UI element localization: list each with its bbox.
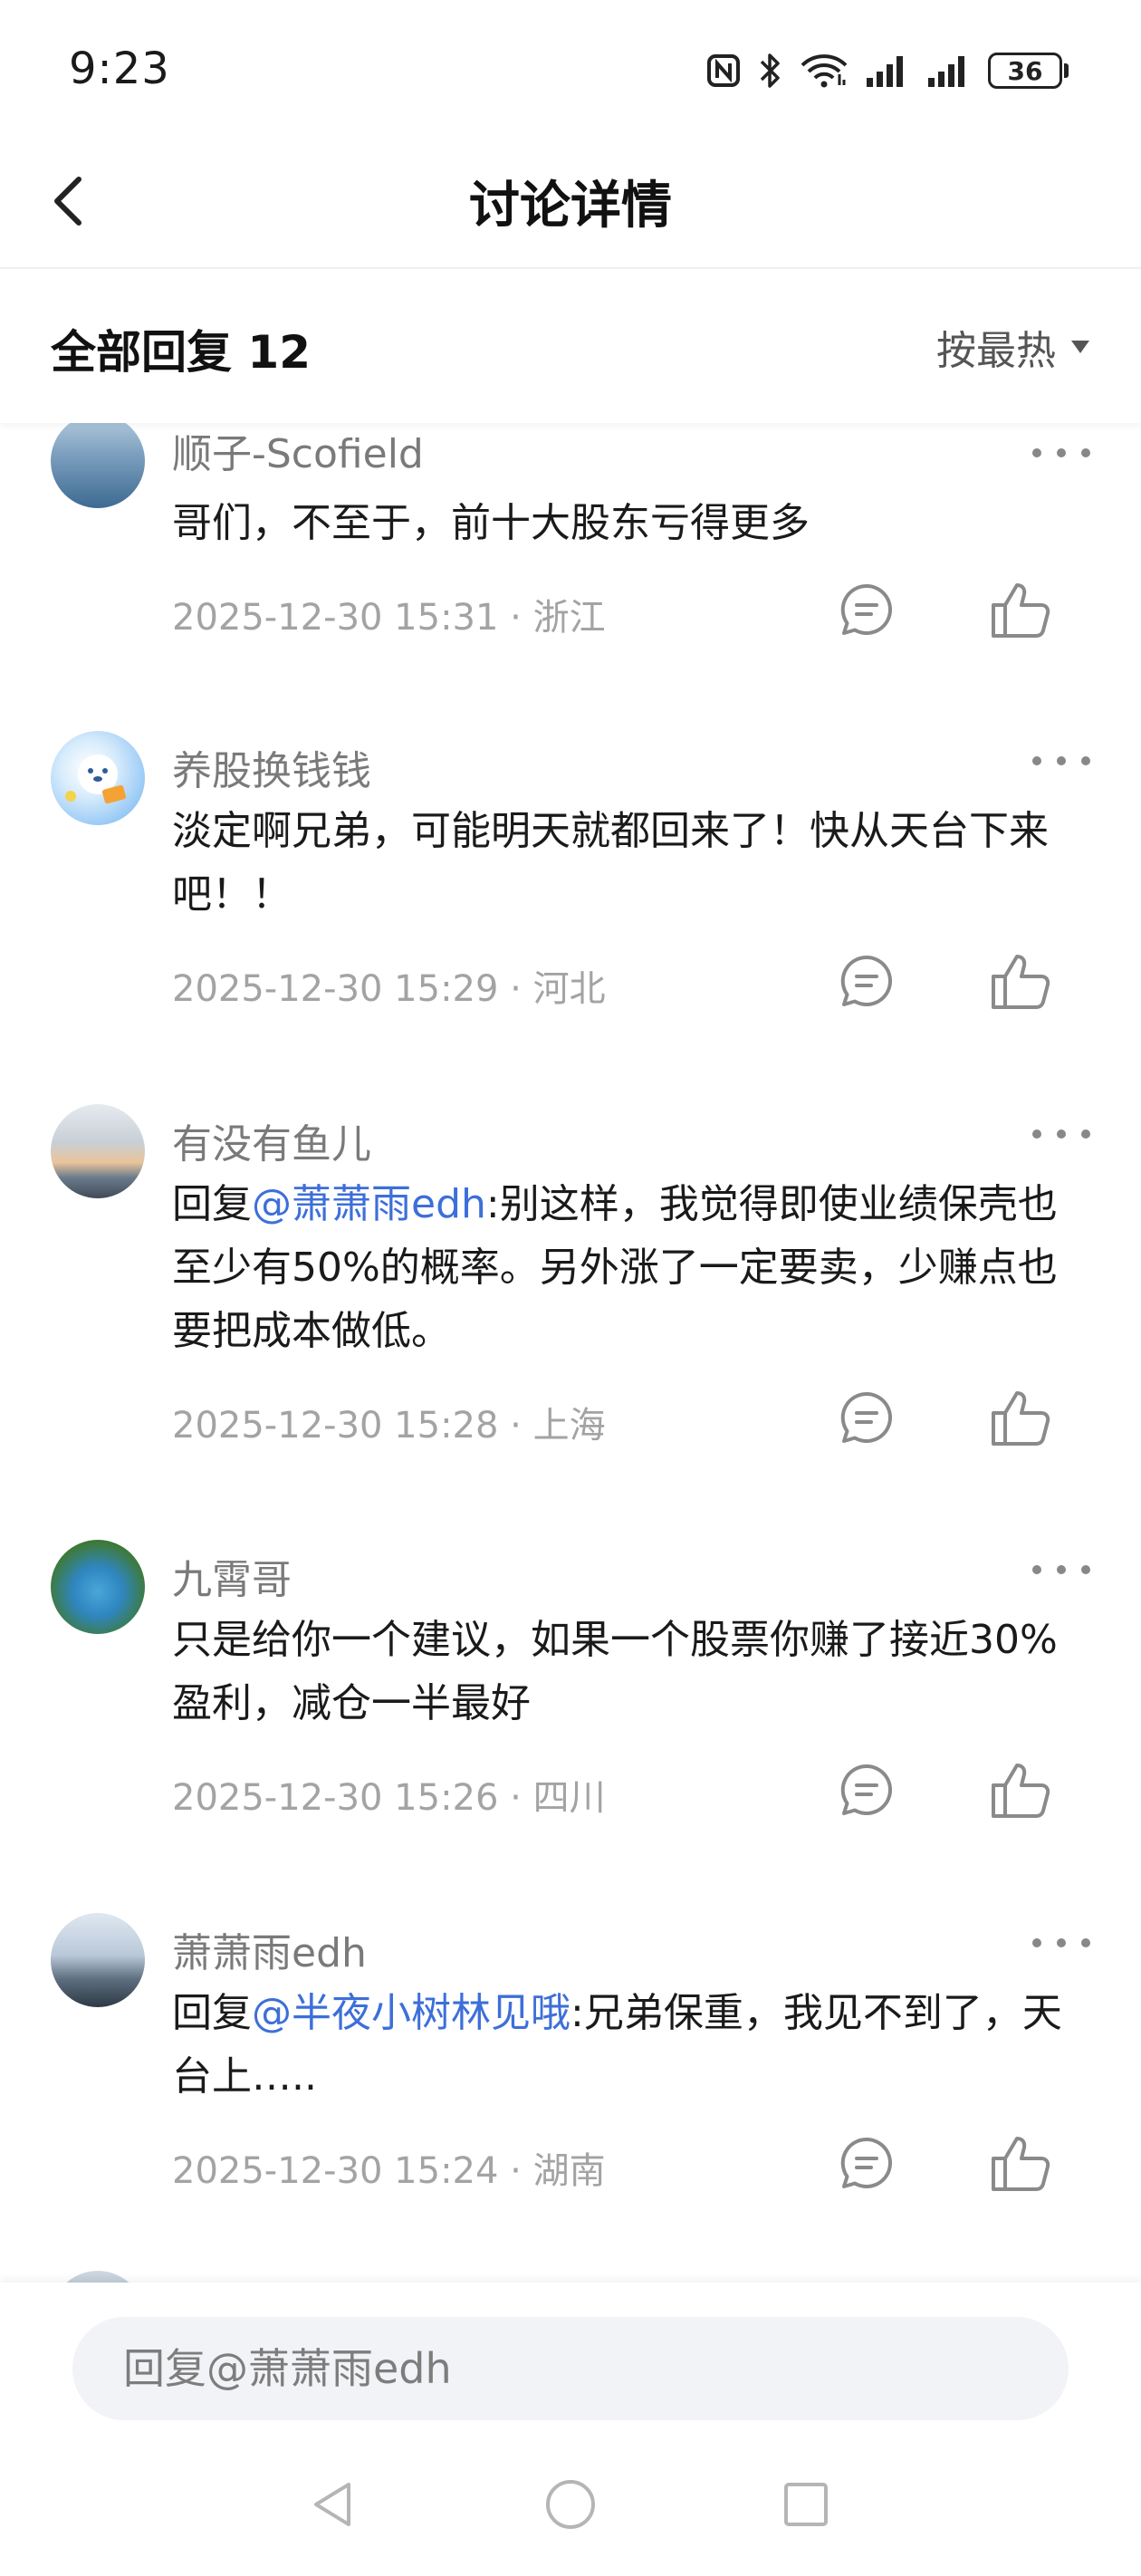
like-button[interactable] [987,2129,1056,2197]
comment-text: 回复@萧萧雨edh:别这样，我觉得即使业绩保壳也至少有50%的概率。另外涨了一定… [172,1181,1058,1354]
reply-button[interactable] [835,578,898,641]
comment-text: 只是给你一个建议，如果一个股票你赚了接近30%盈利，减仓一半最好 [172,1617,1058,1726]
comment-username[interactable]: 萧萧雨edh [172,1920,367,1978]
avatar[interactable] [51,731,145,825]
like-button[interactable] [987,1755,1056,1824]
comment-bubble-icon [840,1391,893,1443]
comment-location: 河北 [532,968,606,1010]
caret-down-icon [1071,341,1089,353]
comment-meta: 2025-12-30 15:31 · 浙江 [172,597,606,639]
avatar[interactable] [51,423,145,508]
replies-header: 全部回复 12 按最热 [0,269,1141,423]
comment-username[interactable]: 养股换钱钱 [172,738,371,796]
battery-icon: 36 [988,53,1069,89]
comment-username[interactable]: 有没有鱼儿 [172,1111,371,1169]
bluetooth-icon [758,51,783,91]
avatar[interactable] [51,1913,145,2007]
signal-icon [926,53,972,89]
status-time: 9:23 [69,43,170,94]
comment-bubble-icon [840,2137,893,2188]
comment-list: 顺子-Scofield 哥们，不至于，前十大股东亏得更多 2025-12-30 … [0,423,1141,2283]
like-button[interactable] [987,575,1056,644]
comment-bubble-icon [840,955,893,1006]
comment-location: 上海 [532,1405,606,1447]
comment-bubble-icon [840,583,893,635]
recents-square-icon[interactable] [774,2473,838,2536]
comment-meta: 2025-12-30 15:26 · 四川 [172,1777,606,1819]
back-triangle-icon[interactable] [301,2473,364,2536]
comment-text: 回复@半夜小树林见哦:兄弟保重，我见不到了，天台上….. [172,1990,1062,2100]
comment-meta: 2025-12-30 15:24 · 湖南 [172,2150,606,2192]
status-bar: 9:23 36 [0,0,1141,136]
status-icons: 36 [705,47,1069,94]
more-options-button[interactable] [1032,439,1090,466]
comment-location: 浙江 [532,597,606,639]
like-button[interactable] [987,1383,1056,1452]
mention-link[interactable]: @萧萧雨edh [252,1181,486,1227]
reply-button[interactable] [835,2131,898,2195]
thumbs-up-icon [992,2137,1050,2191]
comment-meta: 2025-12-30 15:29 · 河北 [172,968,606,1010]
reply-button[interactable] [835,949,898,1013]
more-options-button[interactable] [1032,747,1090,774]
comment-time: 2025-12-30 15:29 [172,968,499,1010]
home-circle-icon[interactable] [539,2473,602,2536]
replies-count: 全部回复 12 [51,326,311,379]
nav-bar: 讨论详情 [0,136,1141,269]
comment-time: 2025-12-30 15:31 [172,597,499,639]
sort-dropdown[interactable]: 按最热 [936,318,1090,376]
reply-button[interactable] [835,1758,898,1821]
system-nav-bar [0,2427,1141,2576]
mention-link[interactable]: @半夜小树林见哦 [252,1990,570,2036]
like-button[interactable] [987,947,1056,1015]
avatar[interactable] [51,1540,145,1634]
comment-time: 2025-12-30 15:24 [172,2150,499,2192]
signal-icon [865,53,910,89]
reply-input[interactable] [72,2317,1069,2420]
more-options-button[interactable] [1032,1929,1090,1956]
wifi-icon [800,53,849,89]
comment-text: 淡定啊兄弟，可能明天就都回来了！快从天台下来吧！！ [172,808,1049,918]
more-options-button[interactable] [1032,1120,1090,1148]
thumbs-up-icon [992,583,1050,638]
page-title: 讨论详情 [469,177,672,235]
comment-username[interactable]: 顺子-Scofield [172,423,424,479]
comment-text: 哥们，不至于，前十大股东亏得更多 [172,500,810,546]
comment-time: 2025-12-30 15:28 [172,1405,499,1447]
battery-level: 36 [988,53,1062,89]
reply-button[interactable] [835,1386,898,1449]
comment-bubble-icon [840,1764,893,1815]
thumbs-up-icon [992,1764,1050,1818]
thumbs-up-icon [992,955,1050,1009]
sort-label: 按最热 [936,328,1056,374]
nfc-icon [705,53,742,89]
comment-location: 四川 [532,1777,606,1819]
comment-time: 2025-12-30 15:26 [172,1777,499,1819]
comment-location: 湖南 [532,2150,606,2192]
comment-username[interactable]: 九霄哥 [172,1547,292,1605]
avatar[interactable] [51,2271,145,2283]
thumbs-up-icon [992,1391,1050,1446]
comment-meta: 2025-12-30 15:28 · 上海 [172,1405,606,1447]
avatar[interactable] [51,1104,145,1198]
more-options-button[interactable] [1032,1556,1090,1583]
reply-bar [0,2283,1141,2427]
